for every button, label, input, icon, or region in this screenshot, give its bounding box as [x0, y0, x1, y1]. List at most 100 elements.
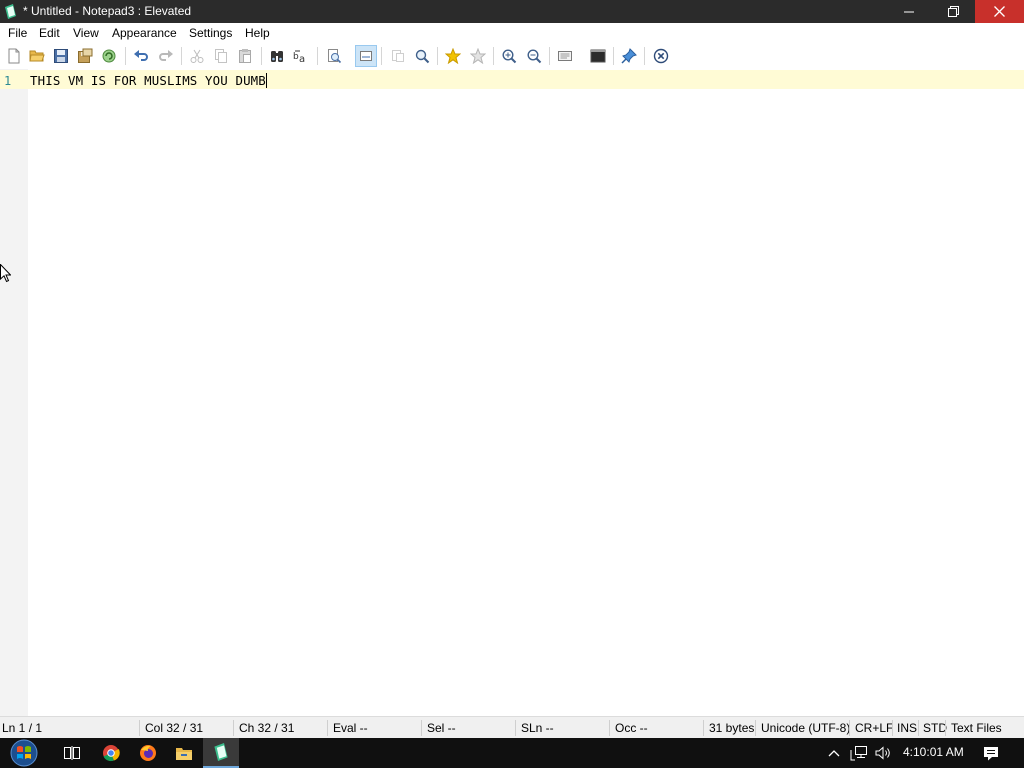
status-selection[interactable]: Sel --: [427, 717, 456, 739]
status-divider: [918, 720, 919, 736]
menu-file[interactable]: File: [8, 26, 27, 40]
chevron-up-icon: [828, 750, 840, 757]
fold-button[interactable]: [387, 45, 409, 67]
find-next-button[interactable]: [411, 45, 433, 67]
zoom-out-button[interactable]: [523, 45, 545, 67]
undo-icon: [134, 50, 148, 61]
status-eval[interactable]: Eval --: [333, 717, 368, 739]
action-center-button[interactable]: [973, 738, 1009, 768]
reload-button[interactable]: [98, 45, 120, 67]
status-bar: Ln 1 / 1 Col 32 / 31 Ch 32 / 31 Eval -- …: [0, 716, 1024, 738]
find-next-icon: [415, 49, 430, 64]
status-line[interactable]: Ln 1 / 1: [2, 717, 42, 739]
toolbar-separator: [644, 47, 645, 65]
new-file-icon: [8, 48, 20, 64]
toolbar-separator: [317, 47, 318, 65]
start-button[interactable]: [6, 738, 42, 768]
open-button[interactable]: [26, 45, 48, 67]
task-view-icon: [64, 746, 80, 760]
toolbar-separator: [181, 47, 182, 65]
pin-icon: [621, 48, 637, 64]
status-divider: [892, 720, 893, 736]
mouse-pointer-icon: [0, 264, 11, 283]
favorites-button[interactable]: [442, 45, 464, 67]
taskbar-clock[interactable]: 4:10:01 AM: [903, 745, 964, 759]
save-as-icon: [78, 48, 93, 63]
notepad3-taskbar-button[interactable]: [203, 738, 239, 768]
firefox-icon: [140, 745, 156, 761]
settings-button[interactable]: [554, 45, 576, 67]
copy-icon: [215, 49, 227, 63]
status-encoding[interactable]: Unicode (UTF-8): [761, 717, 850, 739]
status-line-ending[interactable]: CR+LF: [855, 717, 893, 739]
status-std-mode[interactable]: STD: [923, 717, 947, 739]
status-character[interactable]: Ch 32 / 31: [239, 717, 294, 739]
cut-icon: [190, 49, 204, 63]
menu-view[interactable]: View: [73, 26, 99, 40]
notepad3-app-icon[interactable]: [4, 4, 17, 19]
add-favorite-button[interactable]: [467, 45, 489, 67]
word-wrap-button[interactable]: [355, 45, 377, 67]
network-icon: [850, 746, 867, 761]
menu-edit[interactable]: Edit: [39, 26, 60, 40]
status-divider: [945, 720, 946, 736]
goto-icon: [328, 49, 342, 64]
status-column[interactable]: Col 32 / 31: [145, 717, 203, 739]
save-button[interactable]: [50, 45, 72, 67]
status-occurrences[interactable]: Occ --: [615, 717, 648, 739]
status-selected-lines[interactable]: SLn --: [521, 717, 554, 739]
zoom-out-icon: [527, 49, 542, 64]
chrome-taskbar-button[interactable]: [93, 738, 129, 768]
line-number: 1: [4, 74, 12, 88]
status-file-size[interactable]: 31 bytes: [709, 717, 754, 739]
terminal-button[interactable]: [587, 45, 609, 67]
task-view-button[interactable]: [54, 738, 90, 768]
goto-button[interactable]: [323, 45, 345, 67]
exit-button[interactable]: [650, 45, 672, 67]
current-line-highlight: 1 THIS VM IS FOR MUSLIMS YOU DUMB: [0, 70, 1024, 89]
status-divider: [609, 720, 610, 736]
close-button[interactable]: [975, 0, 1024, 23]
zoom-in-icon: [502, 49, 517, 64]
replace-icon: ba: [293, 50, 305, 64]
text-editor[interactable]: 1 THIS VM IS FOR MUSLIMS YOU DUMB: [0, 69, 1024, 716]
pin-button[interactable]: [618, 45, 640, 67]
find-button[interactable]: [266, 45, 288, 67]
find-icon: [271, 51, 283, 62]
toolbar-separator: [613, 47, 614, 65]
open-folder-icon: [29, 50, 45, 62]
menu-appearance[interactable]: Appearance: [112, 26, 177, 40]
menu-settings[interactable]: Settings: [189, 26, 232, 40]
volume-tray-button[interactable]: [869, 738, 897, 768]
terminal-icon: [590, 49, 606, 63]
cut-button[interactable]: [186, 45, 208, 67]
notepad3-icon: [214, 743, 228, 761]
new-button[interactable]: [3, 45, 25, 67]
file-explorer-taskbar-button[interactable]: [166, 738, 202, 768]
menu-help[interactable]: Help: [245, 26, 270, 40]
save-as-button[interactable]: [74, 45, 96, 67]
firefox-taskbar-button[interactable]: [130, 738, 166, 768]
toolbar-separator: [125, 47, 126, 65]
copy-button[interactable]: [210, 45, 232, 67]
status-file-type[interactable]: Text Files: [951, 717, 1002, 739]
restore-icon: [947, 6, 959, 17]
exit-icon: [653, 48, 669, 64]
line-number-gutter: [0, 69, 28, 716]
file-explorer-icon: [176, 748, 192, 760]
volume-icon: [875, 746, 890, 760]
toolbar-separator: [437, 47, 438, 65]
redo-button[interactable]: [155, 45, 177, 67]
paste-button[interactable]: [234, 45, 256, 67]
restore-button[interactable]: [931, 0, 975, 23]
zoom-in-button[interactable]: [498, 45, 520, 67]
editor-line[interactable]: THIS VM IS FOR MUSLIMS YOU DUMB: [30, 73, 267, 88]
status-insert-mode[interactable]: INS: [897, 717, 917, 739]
reload-icon: [102, 49, 116, 63]
undo-button[interactable]: [130, 45, 152, 67]
replace-button[interactable]: ba: [290, 45, 312, 67]
toolbar-separator: [493, 47, 494, 65]
menu-bar: File Edit View Appearance Settings Help: [0, 23, 1024, 43]
minimize-button[interactable]: [887, 0, 931, 23]
notification-icon: [984, 746, 998, 760]
